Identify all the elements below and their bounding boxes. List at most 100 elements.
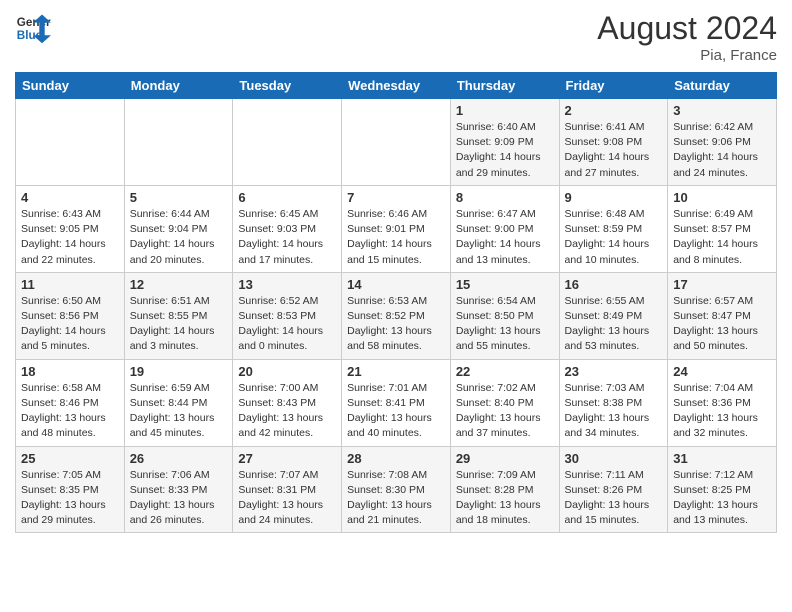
day-cell: 5 Sunrise: 6:44 AM Sunset: 9:04 PM Daylig… (124, 185, 233, 272)
day-cell: 18Sunrise: 6:58 AM Sunset: 8:46 PM Dayli… (16, 359, 125, 446)
day-number: 6 (238, 190, 336, 205)
day-cell (342, 99, 451, 186)
day-info: Sunrise: 7:03 AM Sunset: 8:38 PM Dayligh… (565, 381, 663, 442)
day-cell: 19 Sunrise: 6:59 AM Sunset: 8:44 PM Dayli… (124, 359, 233, 446)
day-cell: 3Sunrise: 6:42 AM Sunset: 9:06 PM Daylig… (668, 99, 777, 186)
day-number: 26 (130, 451, 228, 466)
day-cell (124, 99, 233, 186)
day-info: Sunrise: 6:47 AM Sunset: 9:00 PM Dayligh… (456, 207, 554, 268)
day-cell: 1 Sunrise: 6:40 AM Sunset: 9:09 PM Daylig… (450, 99, 559, 186)
day-number: 16 (565, 277, 663, 292)
col-header-sunday: Sunday (16, 73, 125, 99)
day-cell: 29 Sunrise: 7:09 AM Sunset: 8:28 PM Dayli… (450, 446, 559, 533)
day-cell: 9 Sunrise: 6:48 AM Sunset: 8:59 PM Daylig… (559, 185, 668, 272)
week-row-3: 11Sunrise: 6:50 AM Sunset: 8:56 PM Dayli… (16, 272, 777, 359)
day-info: Sunrise: 7:07 AM Sunset: 8:31 PM Dayligh… (238, 468, 336, 529)
day-number: 1 (456, 103, 554, 118)
day-info: Sunrise: 6:43 AM Sunset: 9:05 PM Dayligh… (21, 207, 119, 268)
day-number: 23 (565, 364, 663, 379)
day-info: Sunrise: 6:52 AM Sunset: 8:53 PM Dayligh… (238, 294, 336, 355)
col-header-tuesday: Tuesday (233, 73, 342, 99)
day-number: 28 (347, 451, 445, 466)
col-header-thursday: Thursday (450, 73, 559, 99)
day-info: Sunrise: 6:57 AM Sunset: 8:47 PM Dayligh… (673, 294, 771, 355)
month-title: August 2024 (597, 10, 777, 47)
logo: General Blue (15, 10, 51, 46)
day-cell: 22 Sunrise: 7:02 AM Sunset: 8:40 PM Dayli… (450, 359, 559, 446)
week-row-4: 18Sunrise: 6:58 AM Sunset: 8:46 PM Dayli… (16, 359, 777, 446)
day-cell: 14Sunrise: 6:53 AM Sunset: 8:52 PM Dayli… (342, 272, 451, 359)
day-info: Sunrise: 7:12 AM Sunset: 8:25 PM Dayligh… (673, 468, 771, 529)
day-number: 13 (238, 277, 336, 292)
day-number: 30 (565, 451, 663, 466)
day-number: 25 (21, 451, 119, 466)
day-info: Sunrise: 7:01 AM Sunset: 8:41 PM Dayligh… (347, 381, 445, 442)
day-cell: 31 Sunrise: 7:12 AM Sunset: 8:25 PM Dayli… (668, 446, 777, 533)
day-cell: 26 Sunrise: 7:06 AM Sunset: 8:33 PM Dayli… (124, 446, 233, 533)
day-cell: 16 Sunrise: 6:55 AM Sunset: 8:49 PM Dayli… (559, 272, 668, 359)
day-info: Sunrise: 6:48 AM Sunset: 8:59 PM Dayligh… (565, 207, 663, 268)
day-cell: 27 Sunrise: 7:07 AM Sunset: 8:31 PM Dayli… (233, 446, 342, 533)
day-cell: 21 Sunrise: 7:01 AM Sunset: 8:41 PM Dayli… (342, 359, 451, 446)
location-subtitle: Pia, France (597, 47, 777, 64)
day-info: Sunrise: 6:46 AM Sunset: 9:01 PM Dayligh… (347, 207, 445, 268)
logo-icon: General Blue (15, 10, 51, 46)
calendar-header-row: SundayMondayTuesdayWednesdayThursdayFrid… (16, 73, 777, 99)
day-cell: 13 Sunrise: 6:52 AM Sunset: 8:53 PM Dayli… (233, 272, 342, 359)
day-number: 7 (347, 190, 445, 205)
day-info: Sunrise: 7:06 AM Sunset: 8:33 PM Dayligh… (130, 468, 228, 529)
day-cell: 4 Sunrise: 6:43 AM Sunset: 9:05 PM Daylig… (16, 185, 125, 272)
day-info: Sunrise: 7:11 AM Sunset: 8:26 PM Dayligh… (565, 468, 663, 529)
day-cell (233, 99, 342, 186)
day-cell: 17 Sunrise: 6:57 AM Sunset: 8:47 PM Dayli… (668, 272, 777, 359)
day-cell: 23 Sunrise: 7:03 AM Sunset: 8:38 PM Dayli… (559, 359, 668, 446)
day-info: Sunrise: 7:04 AM Sunset: 8:36 PM Dayligh… (673, 381, 771, 442)
day-cell: 8 Sunrise: 6:47 AM Sunset: 9:00 PM Daylig… (450, 185, 559, 272)
day-number: 15 (456, 277, 554, 292)
day-number: 20 (238, 364, 336, 379)
day-cell: 25 Sunrise: 7:05 AM Sunset: 8:35 PM Dayli… (16, 446, 125, 533)
col-header-friday: Friday (559, 73, 668, 99)
day-number: 9 (565, 190, 663, 205)
col-header-saturday: Saturday (668, 73, 777, 99)
day-cell: 28 Sunrise: 7:08 AM Sunset: 8:30 PM Dayli… (342, 446, 451, 533)
day-cell: 30 Sunrise: 7:11 AM Sunset: 8:26 PM Dayli… (559, 446, 668, 533)
day-number: 5 (130, 190, 228, 205)
day-cell: 6 Sunrise: 6:45 AM Sunset: 9:03 PM Daylig… (233, 185, 342, 272)
day-info: Sunrise: 7:05 AM Sunset: 8:35 PM Dayligh… (21, 468, 119, 529)
week-row-5: 25 Sunrise: 7:05 AM Sunset: 8:35 PM Dayli… (16, 446, 777, 533)
day-cell: 10Sunrise: 6:49 AM Sunset: 8:57 PM Dayli… (668, 185, 777, 272)
day-info: Sunrise: 7:00 AM Sunset: 8:43 PM Dayligh… (238, 381, 336, 442)
day-cell: 7 Sunrise: 6:46 AM Sunset: 9:01 PM Daylig… (342, 185, 451, 272)
day-info: Sunrise: 6:40 AM Sunset: 9:09 PM Dayligh… (456, 120, 554, 181)
day-number: 27 (238, 451, 336, 466)
day-info: Sunrise: 6:44 AM Sunset: 9:04 PM Dayligh… (130, 207, 228, 268)
day-info: Sunrise: 6:55 AM Sunset: 8:49 PM Dayligh… (565, 294, 663, 355)
page-header: General Blue August 2024 Pia, France (15, 10, 777, 64)
day-info: Sunrise: 6:51 AM Sunset: 8:55 PM Dayligh… (130, 294, 228, 355)
day-info: Sunrise: 7:02 AM Sunset: 8:40 PM Dayligh… (456, 381, 554, 442)
day-cell (16, 99, 125, 186)
col-header-monday: Monday (124, 73, 233, 99)
day-info: Sunrise: 6:45 AM Sunset: 9:03 PM Dayligh… (238, 207, 336, 268)
day-info: Sunrise: 7:08 AM Sunset: 8:30 PM Dayligh… (347, 468, 445, 529)
day-info: Sunrise: 7:09 AM Sunset: 8:28 PM Dayligh… (456, 468, 554, 529)
day-number: 22 (456, 364, 554, 379)
day-number: 2 (565, 103, 663, 118)
day-number: 21 (347, 364, 445, 379)
day-number: 8 (456, 190, 554, 205)
day-number: 14 (347, 277, 445, 292)
day-cell: 20 Sunrise: 7:00 AM Sunset: 8:43 PM Dayli… (233, 359, 342, 446)
day-number: 10 (673, 190, 771, 205)
day-number: 4 (21, 190, 119, 205)
day-number: 29 (456, 451, 554, 466)
day-number: 31 (673, 451, 771, 466)
day-info: Sunrise: 6:41 AM Sunset: 9:08 PM Dayligh… (565, 120, 663, 181)
day-cell: 15Sunrise: 6:54 AM Sunset: 8:50 PM Dayli… (450, 272, 559, 359)
day-info: Sunrise: 6:59 AM Sunset: 8:44 PM Dayligh… (130, 381, 228, 442)
day-number: 17 (673, 277, 771, 292)
day-info: Sunrise: 6:58 AM Sunset: 8:46 PM Dayligh… (21, 381, 119, 442)
week-row-1: 1 Sunrise: 6:40 AM Sunset: 9:09 PM Daylig… (16, 99, 777, 186)
title-block: August 2024 Pia, France (597, 10, 777, 64)
day-number: 19 (130, 364, 228, 379)
